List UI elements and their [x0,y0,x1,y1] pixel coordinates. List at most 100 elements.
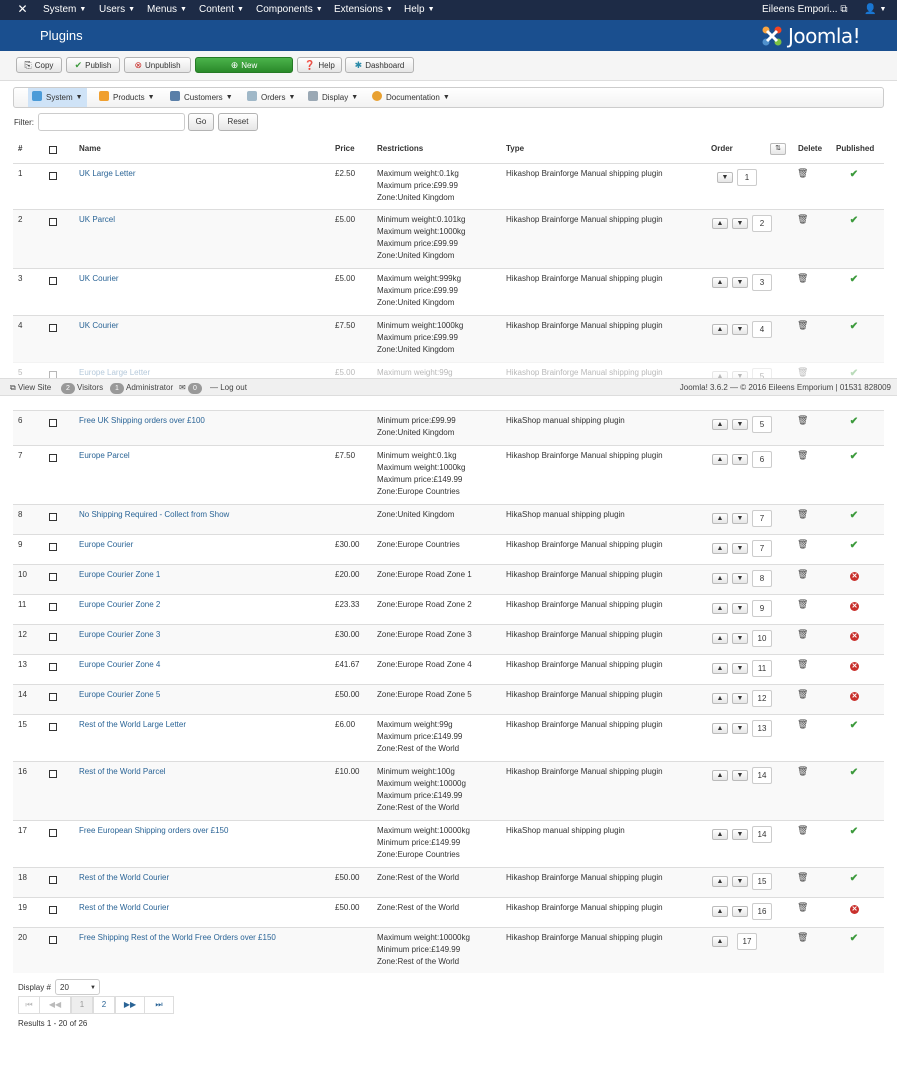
row-checkbox[interactable] [49,693,57,701]
move-down-button[interactable]: ▼ [732,419,748,430]
order-input[interactable]: 3 [752,274,772,291]
plugin-name-link[interactable]: Europe Courier Zone 5 [79,689,160,701]
trash-icon[interactable]: 🗑 [797,569,808,580]
published-check-icon[interactable]: ✔ [849,541,859,551]
move-up-button[interactable]: ▲ [712,573,728,584]
move-down-button[interactable]: ▼ [732,454,748,465]
move-up-button[interactable]: ▲ [712,454,728,465]
move-down-button[interactable]: ▼ [732,603,748,614]
menu-menus[interactable]: Menus ▼ [147,4,187,15]
next-page-button[interactable]: ▶▶ [115,996,145,1014]
order-input[interactable]: 2 [752,215,772,232]
row-checkbox[interactable] [49,663,57,671]
move-up-button[interactable]: ▲ [712,324,728,335]
row-checkbox[interactable] [49,603,57,611]
move-up-button[interactable]: ▲ [712,218,728,229]
col-header-type[interactable]: Type [506,144,524,153]
plugin-name-link[interactable]: Europe Parcel [79,450,130,462]
col-header-name[interactable]: Name [79,144,101,153]
move-down-button[interactable]: ▼ [732,876,748,887]
row-checkbox[interactable] [49,218,57,226]
hikamenu-system[interactable]: System ▼ [28,88,87,107]
row-checkbox[interactable] [49,633,57,641]
unpublished-x-icon[interactable]: ✕ [850,572,859,581]
move-down-button[interactable]: ▼ [732,693,748,704]
hikamenu-customers[interactable]: Customers ▼ [170,88,233,107]
hikamenu-orders[interactable]: Orders ▼ [247,88,295,107]
plugin-name-link[interactable]: Europe Courier [79,539,133,551]
move-up-button[interactable]: ▲ [712,603,728,614]
unpublished-x-icon[interactable]: ✕ [850,662,859,671]
published-check-icon[interactable]: ✔ [849,721,859,731]
order-input[interactable]: 1 [737,169,757,186]
dashboard-button[interactable]: ✱ Dashboard [345,57,414,73]
row-checkbox[interactable] [49,876,57,884]
published-check-icon[interactable]: ✔ [849,768,859,778]
menu-extensions[interactable]: Extensions ▼ [334,4,393,15]
order-input[interactable]: 5 [752,416,772,433]
plugin-name-link[interactable]: Europe Courier Zone 4 [79,659,160,671]
hikamenu-documentation[interactable]: Documentation ▼ [372,88,450,107]
plugin-name-link[interactable]: Free European Shipping orders over £150 [79,825,228,837]
plugin-name-link[interactable]: UK Large Letter [79,168,135,180]
view-site-link[interactable]: ⧉ View Site [10,383,51,393]
plugin-name-link[interactable]: UK Parcel [79,214,115,226]
trash-icon[interactable]: 🗑 [797,659,808,670]
move-down-button[interactable]: ▼ [732,543,748,554]
reset-button[interactable]: Reset [218,113,258,131]
row-checkbox[interactable] [49,172,57,180]
move-up-button[interactable]: ▲ [712,693,728,704]
trash-icon[interactable]: 🗑 [797,766,808,777]
move-down-button[interactable]: ▼ [732,573,748,584]
row-checkbox[interactable] [49,324,57,332]
move-up-button[interactable]: ▲ [712,936,728,947]
move-down-button[interactable]: ▼ [732,663,748,674]
order-input[interactable]: 10 [752,630,772,647]
unpublished-x-icon[interactable]: ✕ [850,905,859,914]
order-input[interactable]: 4 [752,321,772,338]
published-check-icon[interactable]: ✔ [849,827,859,837]
menu-help[interactable]: Help ▼ [404,4,435,15]
plugin-name-link[interactable]: Rest of the World Large Letter [79,719,186,731]
hikamenu-display[interactable]: Display ▼ [308,88,358,107]
row-checkbox[interactable] [49,419,57,427]
menu-content[interactable]: Content ▼ [199,4,244,15]
trash-icon[interactable]: 🗑 [797,719,808,730]
menu-users[interactable]: Users ▼ [99,4,135,15]
trash-icon[interactable]: 🗑 [797,932,808,943]
move-down-button[interactable]: ▼ [732,829,748,840]
user-menu[interactable]: 👤 ▼ [864,4,886,15]
publish-button[interactable]: ✔ Publish [66,57,120,73]
move-up-button[interactable]: ▲ [712,633,728,644]
hikamenu-products[interactable]: Products ▼ [99,88,155,107]
plugin-name-link[interactable]: Europe Courier Zone 1 [79,569,160,581]
plugin-name-link[interactable]: Rest of the World Courier [79,872,169,884]
move-down-button[interactable]: ▼ [732,723,748,734]
trash-icon[interactable]: 🗑 [797,415,808,426]
row-checkbox[interactable] [49,277,57,285]
move-up-button[interactable]: ▲ [712,663,728,674]
plugin-name-link[interactable]: Free Shipping Rest of the World Free Ord… [79,932,276,944]
move-up-button[interactable]: ▲ [712,513,728,524]
row-checkbox[interactable] [49,513,57,521]
row-checkbox[interactable] [49,936,57,944]
trash-icon[interactable]: 🗑 [797,689,808,700]
order-input[interactable]: 13 [752,720,772,737]
move-down-button[interactable]: ▼ [732,218,748,229]
order-input[interactable]: 16 [752,903,772,920]
move-up-button[interactable]: ▲ [712,829,728,840]
move-up-button[interactable]: ▲ [712,906,728,917]
trash-icon[interactable]: 🗑 [797,872,808,883]
published-check-icon[interactable]: ✔ [849,216,859,226]
row-checkbox[interactable] [49,454,57,462]
published-check-icon[interactable]: ✔ [849,874,859,884]
move-up-button[interactable]: ▲ [712,723,728,734]
last-page-button[interactable]: ⏭ [144,996,174,1014]
unpublished-x-icon[interactable]: ✕ [850,632,859,641]
unpublished-x-icon[interactable]: ✕ [850,602,859,611]
plugin-name-link[interactable]: Europe Courier Zone 3 [79,629,160,641]
order-input[interactable]: 7 [752,540,772,557]
trash-icon[interactable]: 🗑 [797,825,808,836]
trash-icon[interactable]: 🗑 [797,902,808,913]
trash-icon[interactable]: 🗑 [797,450,808,461]
